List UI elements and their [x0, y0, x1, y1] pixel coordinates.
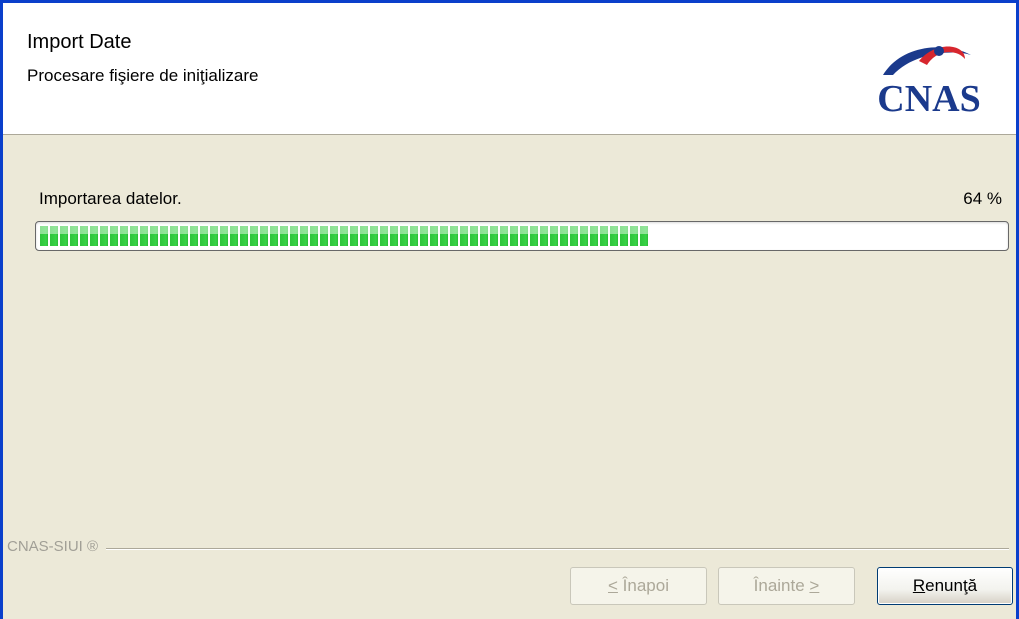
cnas-logo: CNAS [877, 46, 981, 119]
progress-fill [40, 226, 650, 246]
next-button[interactable]: Înainte > [718, 567, 855, 605]
back-button-mnemonic: < [608, 576, 618, 595]
import-progress-bar [35, 221, 1009, 251]
brand-label: CNAS-SIUI ® [7, 538, 107, 555]
next-button-label: Înainte [753, 576, 810, 595]
cancel-button-mnemonic: R [912, 576, 926, 595]
cnas-logo-dot [934, 46, 944, 56]
cancel-button[interactable]: Renunţă [877, 567, 1013, 605]
back-button[interactable]: < Înapoi [570, 567, 707, 605]
wizard-title: Import Date [27, 31, 132, 53]
cancel-button-label: enunţă [925, 576, 978, 595]
cnas-logo-text: CNAS [877, 78, 980, 119]
import-wizard-window: Import Date Procesare fişiere de iniţial… [0, 0, 1019, 619]
next-button-mnemonic: > [809, 576, 820, 595]
wizard-header: Import Date Procesare fişiere de iniţial… [3, 3, 1016, 135]
progress-percent-text: 64 % [963, 189, 1002, 208]
footer-separator [7, 548, 1009, 550]
progress-status-text: Importarea datelor. [39, 189, 182, 208]
wizard-subtitle: Procesare fişiere de iniţializare [27, 66, 259, 85]
back-button-label: Înapoi [617, 576, 669, 595]
